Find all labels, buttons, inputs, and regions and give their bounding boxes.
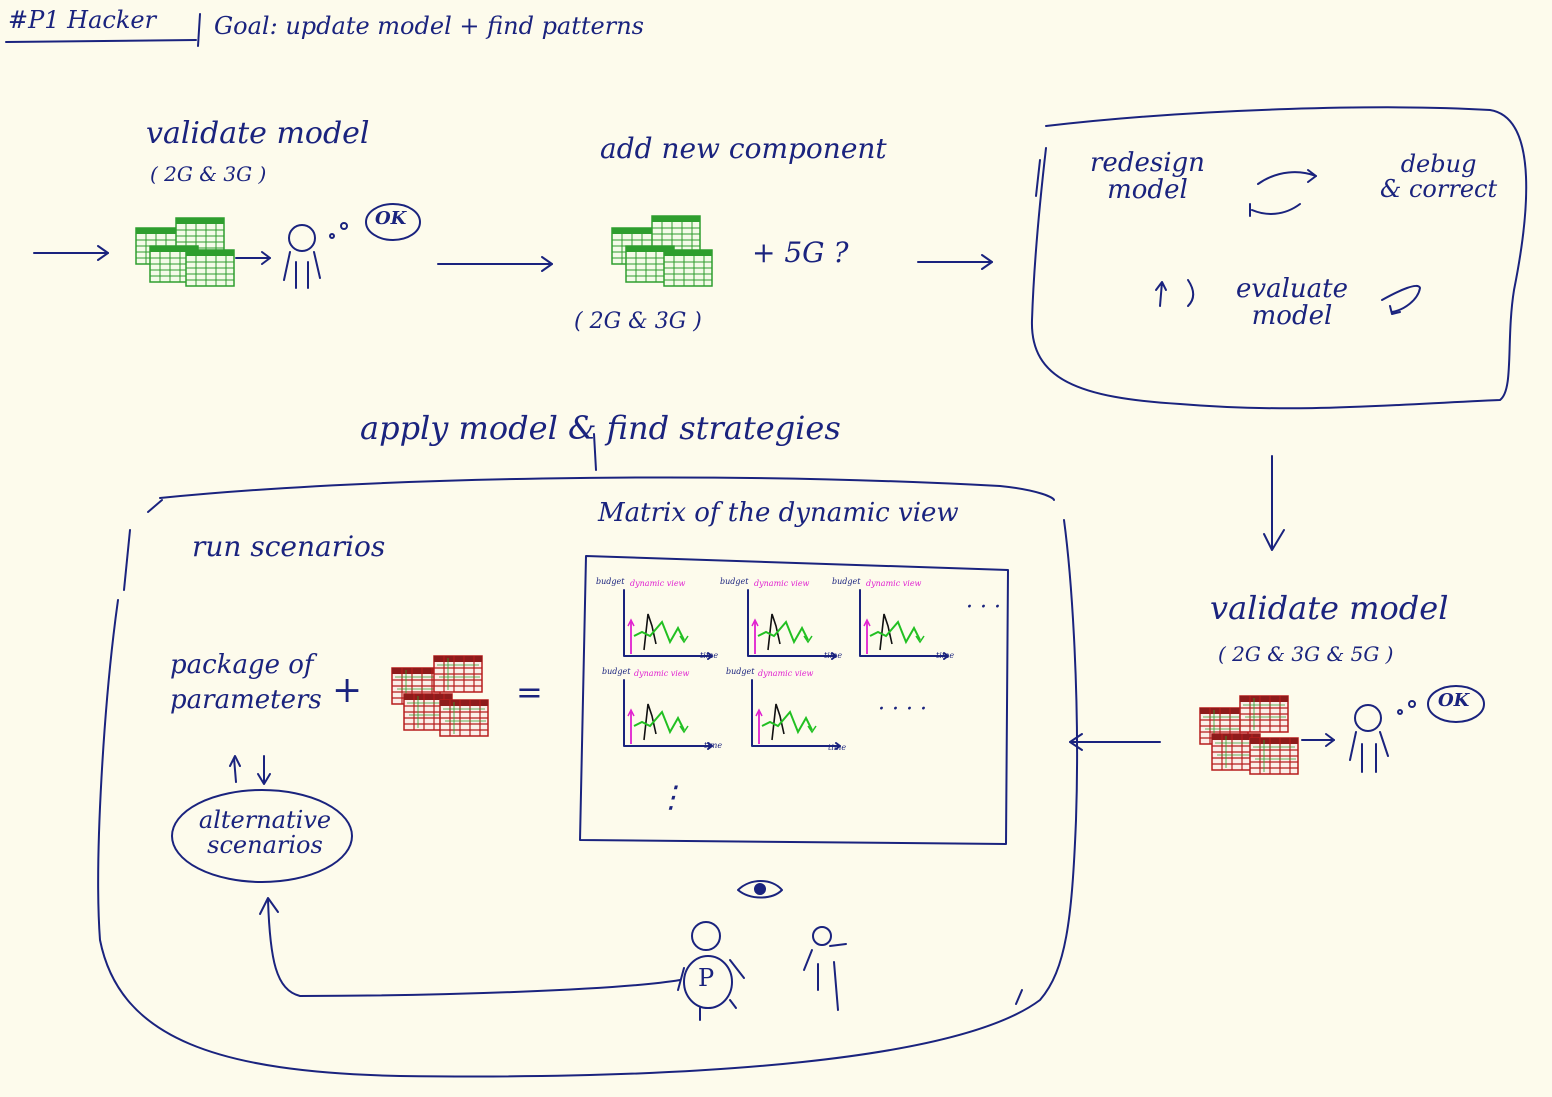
matrix-ellipsis-column: ⋮ (656, 780, 686, 815)
bidirectional-arrow (229, 755, 271, 785)
spreadsheet-icon-red-2 (1199, 695, 1299, 775)
person-p-badge: P (698, 964, 715, 992)
arrow-to-apply-box (1069, 733, 1161, 751)
mini-5-tag: dynamic view (758, 669, 814, 678)
mini-chart-2 (747, 589, 837, 660)
cycle-arrow-redesign-debug (1257, 169, 1317, 185)
validate-1-scope: ( 2G & 3G ) (150, 162, 267, 186)
matrix-title: Matrix of the dynamic view (598, 498, 959, 528)
mini-4-xlabel: time (704, 741, 723, 750)
validate-2-scope: ( 2G & 3G & 5G ) (1218, 642, 1394, 666)
person-icon-2 (1349, 700, 1416, 773)
mini-chart-4 (623, 679, 713, 750)
package-of-parameters-label: package of parameters (170, 650, 322, 716)
mini-1-tag: dynamic view (630, 579, 686, 588)
spreadsheet-icon-green-1 (135, 217, 235, 287)
mini-3-ylabel: budget (832, 577, 861, 586)
header-underline (5, 39, 197, 43)
alternative-scenarios-label: alternative scenarios (198, 806, 332, 860)
eye-icon (737, 880, 783, 899)
loop-box-mark (1035, 159, 1041, 197)
sheets-to-person-arrow-1 (235, 251, 271, 265)
debug-label: debug & correct (1380, 150, 1498, 204)
entry-arrow (33, 245, 109, 261)
validate-2-title: validate model (1210, 589, 1449, 627)
equals-sign: = (516, 673, 543, 711)
sheets-to-person-arrow-2 (1301, 733, 1335, 747)
add-component-scope: ( 2G & 3G ) (574, 309, 702, 334)
mini-5-ylabel: budget (726, 667, 755, 676)
mini-chart-3 (859, 589, 949, 660)
mini-1-ylabel: budget (596, 577, 625, 586)
mini-1-xlabel: time (700, 651, 719, 660)
cycle-arrow-evaluate-redesign (1155, 279, 1195, 307)
header-tag: #P1 Hacker (8, 6, 157, 34)
run-scenarios-label: run scenarios (192, 530, 386, 563)
add-component-title: add new component (600, 132, 887, 165)
mini-2-ylabel: budget (720, 577, 749, 586)
matrix-frame (579, 555, 1009, 845)
mini-3-tag: dynamic view (866, 579, 922, 588)
mini-2-xlabel: time (824, 651, 843, 660)
redesign-label: redesign model (1090, 148, 1205, 206)
evaluate-label: evaluate model (1236, 274, 1348, 332)
spreadsheet-icon-red-1 (391, 655, 489, 737)
ok-label-1: OK (375, 208, 407, 229)
arrow-to-loop (917, 254, 993, 270)
header-goal: Goal: update model + find patterns (214, 12, 644, 40)
mini-chart-1 (623, 589, 713, 660)
cycle-arrow-evaluate-debug (1381, 284, 1421, 315)
ok-label-2: OK (1438, 690, 1470, 711)
apply-title: apply model & find strategies (360, 409, 841, 447)
cycle-arrow-debug-redesign (1249, 203, 1301, 217)
validate-1-title: validate model (146, 116, 370, 151)
header-divider (197, 13, 201, 47)
plus-sign: + (332, 670, 363, 711)
plus-5g-label: + 5G ? (752, 236, 849, 269)
matrix-ellipsis-row-1: · · · (966, 595, 1001, 620)
mini-chart-5 (751, 679, 841, 750)
arrow-to-add-component (437, 256, 553, 272)
mini-5-xlabel: time (828, 743, 847, 752)
mini-4-tag: dynamic view (634, 669, 690, 678)
person-icon-1 (283, 222, 348, 289)
mini-2-tag: dynamic view (754, 579, 810, 588)
mini-3-xlabel: time (936, 651, 955, 660)
return-arrow (259, 897, 681, 997)
person-icon-3 (803, 926, 847, 1011)
spreadsheet-icon-green-2 (611, 215, 713, 287)
matrix-ellipsis-row-2: · · · · (878, 697, 927, 722)
mini-4-ylabel: budget (602, 667, 631, 676)
arrow-down-to-validate (1263, 455, 1285, 551)
